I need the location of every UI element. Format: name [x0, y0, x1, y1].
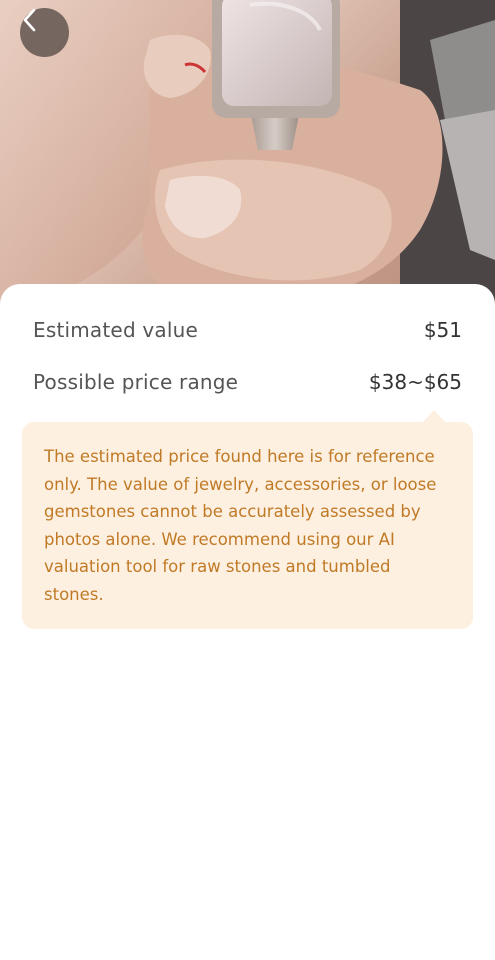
- reference-notice-text: The estimated price found here is for re…: [44, 447, 437, 604]
- estimated-value-amount: $51: [423, 318, 462, 342]
- reference-notice: The estimated price found here is for re…: [22, 422, 473, 629]
- estimated-value-label: Estimated value: [33, 318, 199, 342]
- price-range-row: Possible price range $38~$65: [33, 370, 462, 394]
- estimated-value-row: Estimated value $51: [33, 318, 462, 342]
- price-range-amount: $38~$65: [368, 370, 462, 394]
- chevron-left-icon: [23, 8, 36, 32]
- ring-photo-illustration: [0, 0, 495, 310]
- price-range-label: Possible price range: [33, 370, 239, 394]
- ring-photo: [0, 0, 495, 310]
- valuation-sheet: Estimated value $51 Possible price range…: [0, 284, 495, 960]
- back-button[interactable]: [20, 8, 69, 57]
